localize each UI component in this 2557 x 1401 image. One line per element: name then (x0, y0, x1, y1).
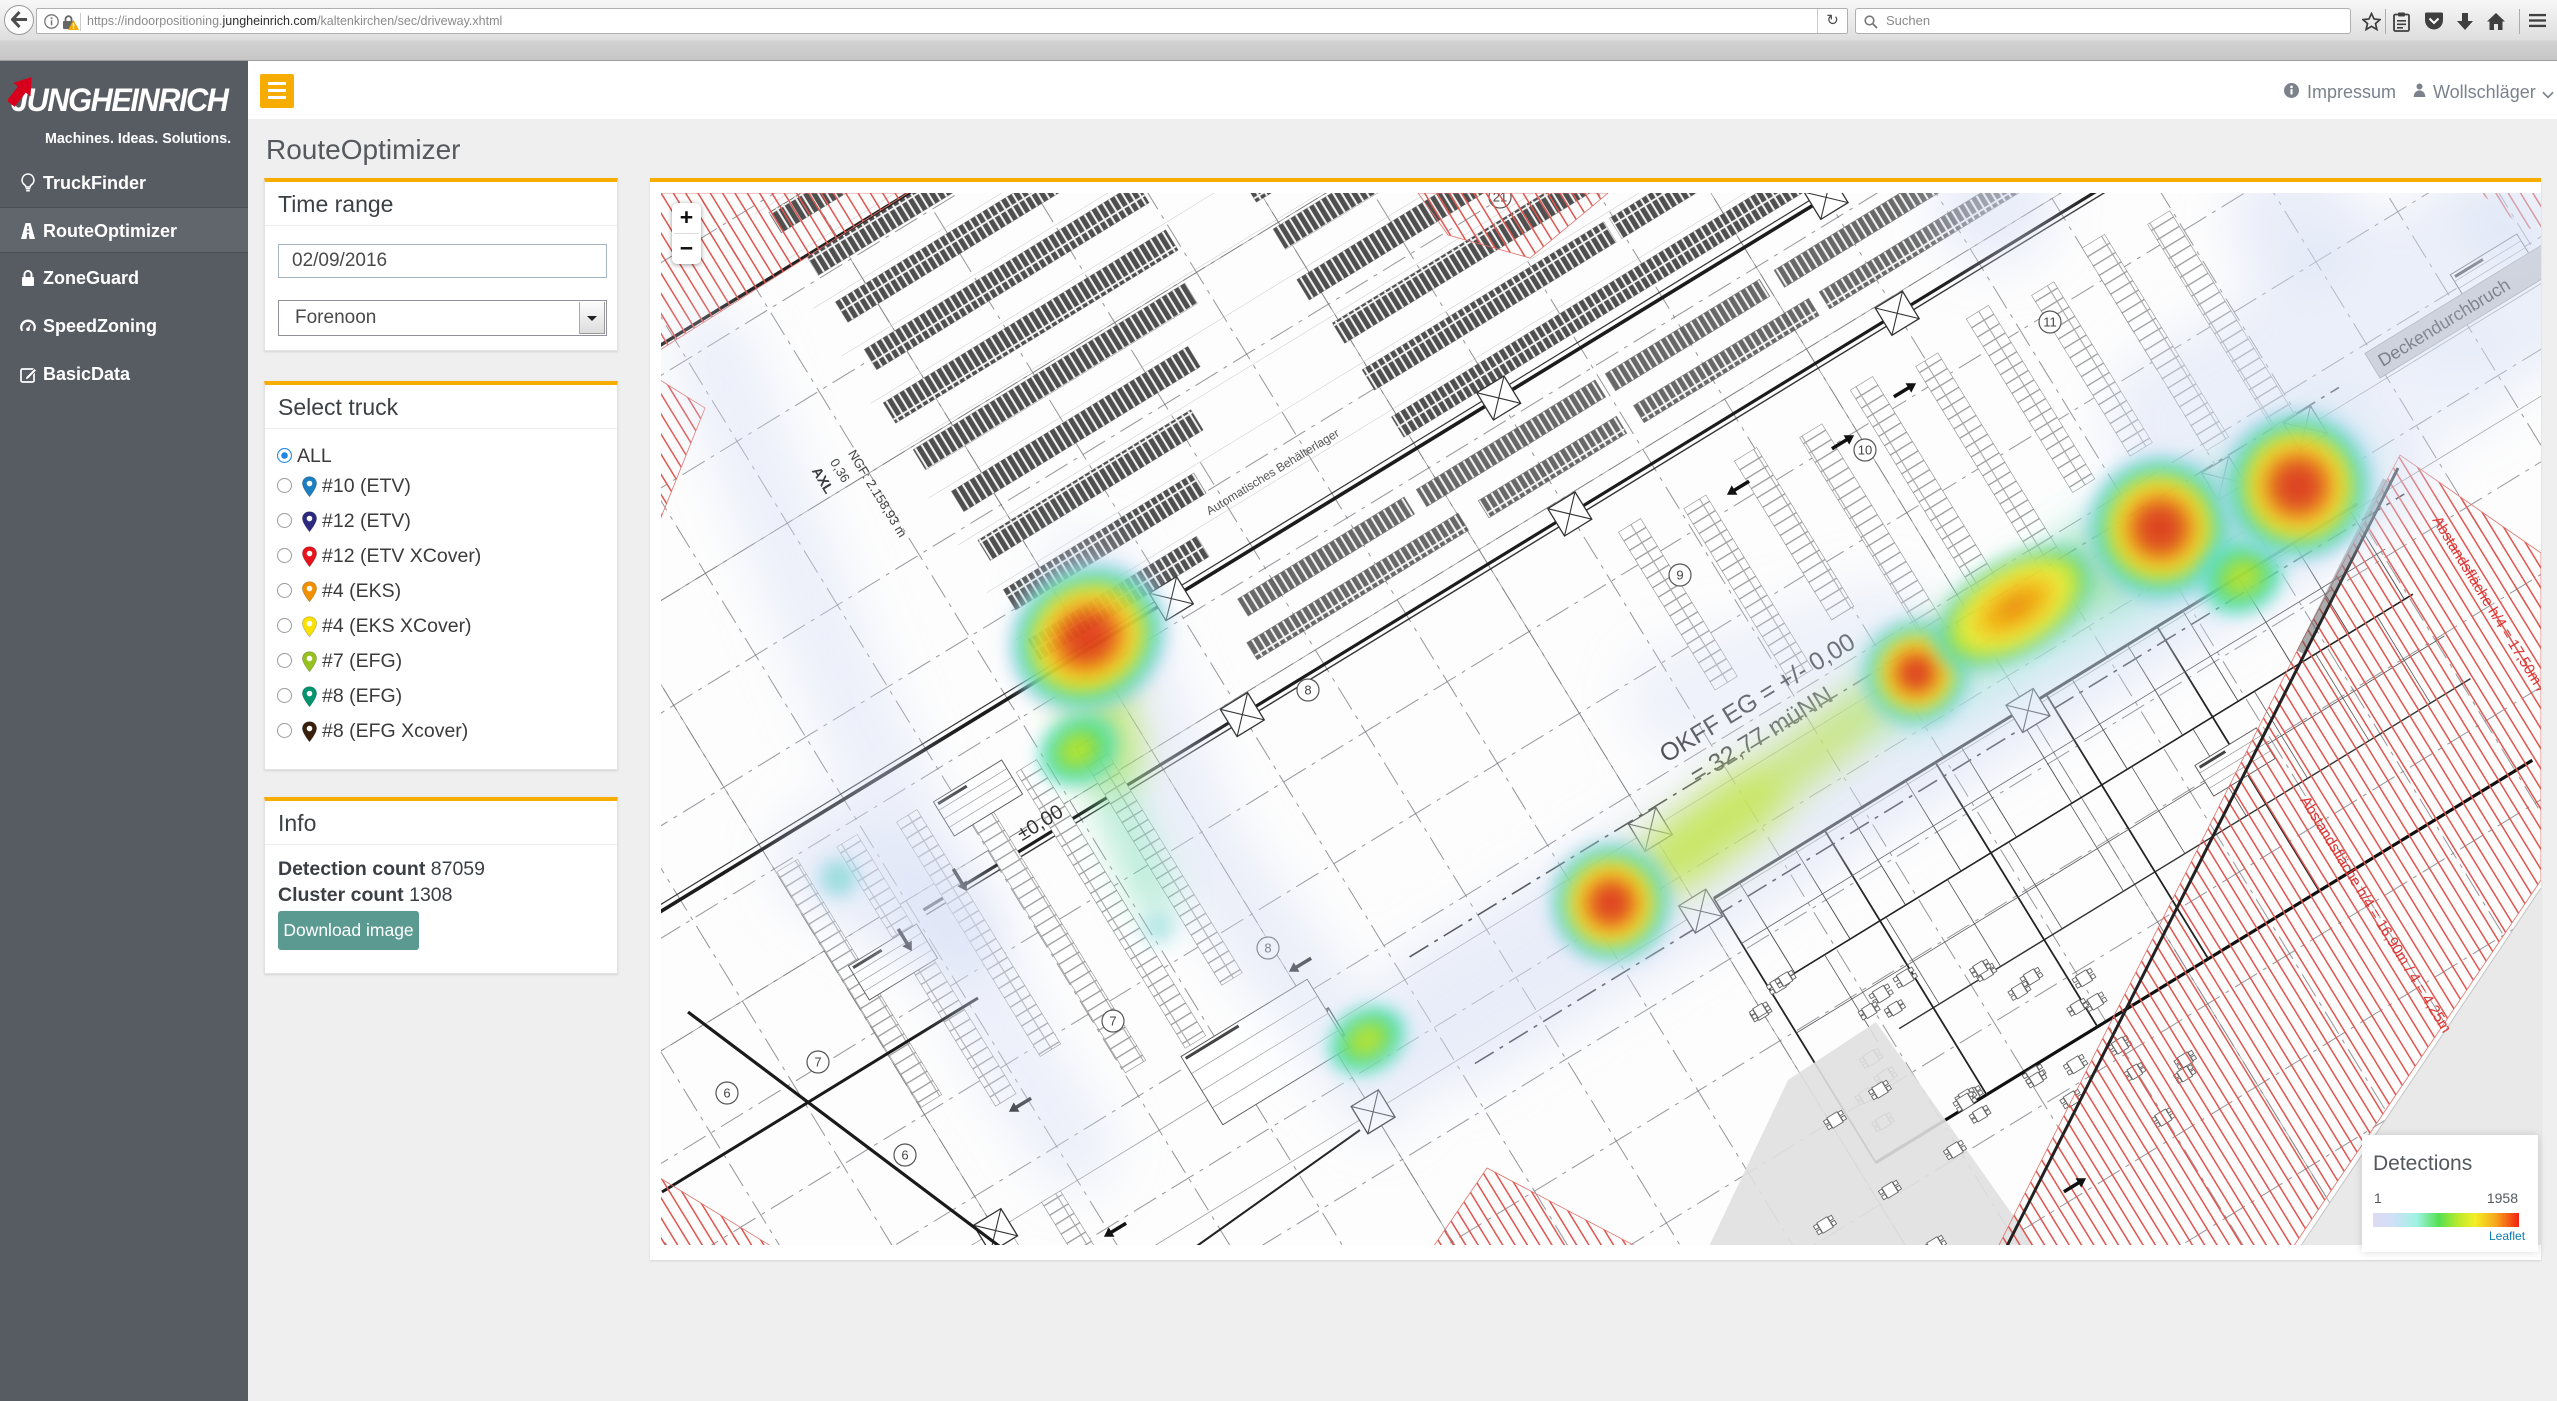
svg-text:10: 10 (1858, 443, 1872, 458)
svg-text:11: 11 (2043, 315, 2057, 330)
svg-text:6: 6 (723, 1086, 730, 1101)
svg-text:6: 6 (901, 1148, 908, 1163)
svg-text:7: 7 (1109, 1014, 1116, 1029)
svg-text:7: 7 (814, 1055, 821, 1070)
svg-text:9: 9 (1676, 568, 1683, 583)
svg-text:8: 8 (1304, 683, 1311, 698)
